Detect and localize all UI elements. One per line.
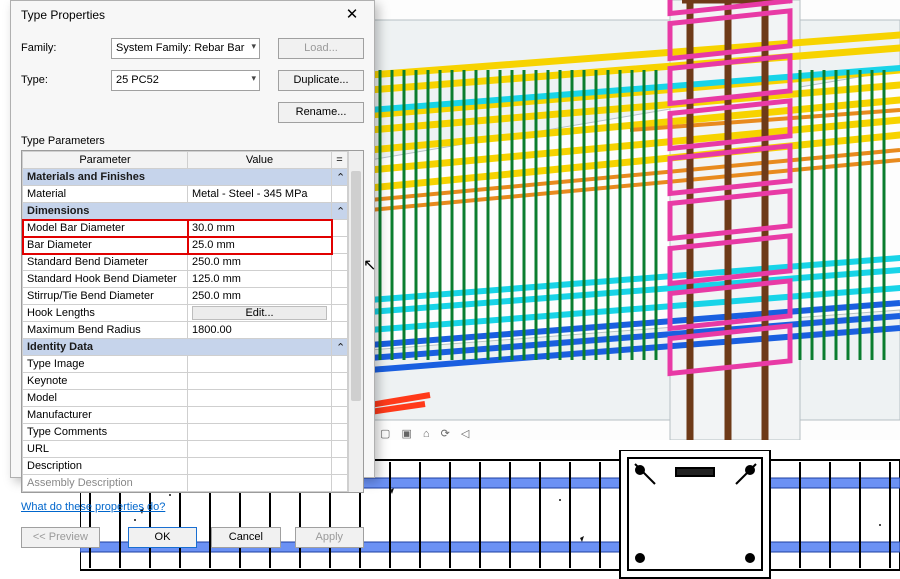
type-combo[interactable]: 25 PC52 ▾ — [111, 70, 260, 91]
view-3d[interactable] — [370, 0, 900, 440]
param-value[interactable] — [188, 356, 332, 373]
collapse-icon[interactable]: ⌃ — [332, 203, 348, 220]
preview-button[interactable]: << Preview — [21, 527, 100, 548]
param-value[interactable]: 125.0 mm — [188, 271, 332, 288]
family-label: Family: — [21, 42, 111, 54]
revit-viewport: ▢ ▣ ⌂ ⟳ ◁ — [0, 0, 900, 579]
collapse-icon[interactable]: ⌃ — [332, 339, 348, 356]
param-value[interactable] — [188, 424, 332, 441]
grid-section[interactable]: Dimensions — [23, 203, 332, 220]
param-value[interactable]: 25.0 mm — [188, 237, 332, 254]
grid-section[interactable]: Identity Data — [23, 339, 332, 356]
param-name[interactable]: Description — [23, 458, 188, 475]
param-name[interactable]: Model — [23, 390, 188, 407]
rename-button[interactable]: Rename... — [278, 102, 364, 123]
param-name[interactable]: Hook Lengths — [23, 305, 188, 322]
param-value[interactable]: 250.0 mm — [188, 288, 332, 305]
param-value[interactable] — [188, 407, 332, 424]
type-parameters-grid[interactable]: Parameter Value = Materials and Finishes… — [21, 150, 364, 493]
param-value[interactable] — [188, 475, 332, 492]
param-value[interactable]: 1800.00 — [188, 322, 332, 339]
param-value[interactable] — [188, 390, 332, 407]
param-name[interactable]: Assembly Description — [23, 475, 188, 492]
param-value[interactable] — [188, 441, 332, 458]
type-value: 25 PC52 — [116, 74, 159, 86]
chevron-down-icon: ▾ — [251, 73, 256, 84]
param-name[interactable]: Maximum Bend Radius — [23, 322, 188, 339]
param-value[interactable] — [188, 458, 332, 475]
param-value[interactable]: Metal - Steel - 345 MPa — [188, 186, 332, 203]
param-value[interactable]: 30.0 mm — [188, 220, 332, 237]
param-name[interactable]: Model Bar Diameter — [23, 220, 188, 237]
apply-button[interactable]: Apply — [295, 527, 364, 548]
param-value[interactable]: 250.0 mm — [188, 254, 332, 271]
view-controls[interactable]: ▢ ▣ ⌂ ⟳ ◁ — [380, 427, 473, 440]
family-combo[interactable]: System Family: Rebar Bar ▾ — [111, 38, 260, 59]
edit-button[interactable]: Edit... — [192, 306, 327, 320]
param-name[interactable]: Type Comments — [23, 424, 188, 441]
param-name[interactable]: Manufacturer — [23, 407, 188, 424]
close-icon[interactable]: ✕ — [332, 1, 372, 29]
param-name[interactable]: URL — [23, 441, 188, 458]
duplicate-button[interactable]: Duplicate... — [278, 70, 364, 91]
param-name[interactable]: Stirrup/Tie Bend Diameter — [23, 288, 188, 305]
type-parameters-label: Type Parameters — [21, 135, 364, 147]
param-value[interactable] — [188, 373, 332, 390]
cancel-button[interactable]: Cancel — [211, 527, 280, 548]
help-link[interactable]: What do these properties do? — [21, 493, 364, 519]
param-name[interactable]: Type Image — [23, 356, 188, 373]
param-value[interactable]: Edit... — [188, 305, 332, 322]
collapse-icon[interactable]: ⌃ — [332, 169, 348, 186]
family-value: System Family: Rebar Bar — [116, 42, 244, 54]
grid-header-eq[interactable]: = — [332, 152, 348, 169]
grid-header-parameter[interactable]: Parameter — [23, 152, 188, 169]
grid-header-value[interactable]: Value — [188, 152, 332, 169]
dialog-title: Type Properties — [21, 8, 332, 22]
param-name[interactable]: Standard Bend Diameter — [23, 254, 188, 271]
load-button[interactable]: Load... — [278, 38, 364, 59]
param-name[interactable]: Material — [23, 186, 188, 203]
grid-section[interactable]: Materials and Finishes — [23, 169, 332, 186]
chevron-down-icon: ▾ — [251, 41, 256, 52]
ok-button[interactable]: OK — [128, 527, 197, 548]
param-name[interactable]: Bar Diameter — [23, 237, 188, 254]
dialog-titlebar[interactable]: Type Properties ✕ — [11, 1, 374, 29]
param-name[interactable]: Standard Hook Bend Diameter — [23, 271, 188, 288]
param-name[interactable]: Keynote — [23, 373, 188, 390]
type-properties-dialog: Type Properties ✕ Family: System Family:… — [10, 0, 375, 478]
type-label: Type: — [21, 74, 111, 86]
grid-scrollbar[interactable] — [348, 151, 363, 492]
